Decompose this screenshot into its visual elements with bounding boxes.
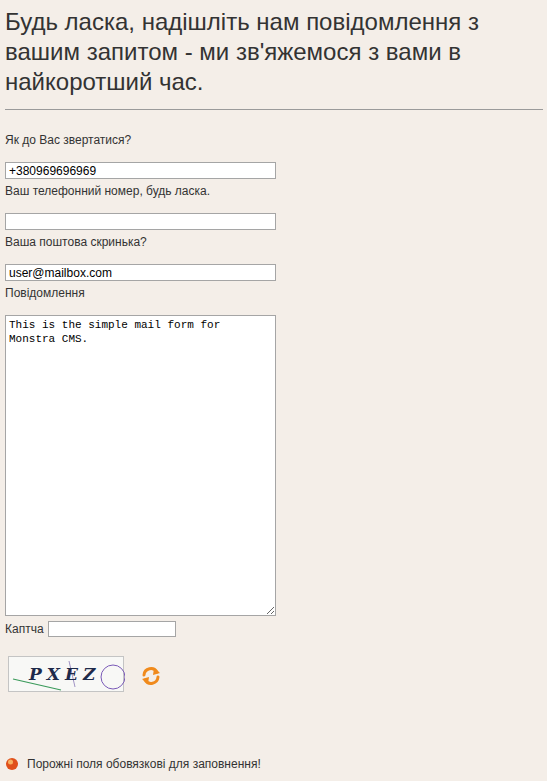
required-note: Порожні поля обовязкові для заповнення!: [5, 756, 543, 772]
field-label: Як до Вас звертатися?: [5, 132, 131, 148]
captcha-input[interactable]: [48, 621, 176, 637]
bullet-icon: [5, 757, 19, 771]
captcha-block: PXEZ: [5, 656, 543, 692]
form-field: Як до Вас звертатися?: [5, 132, 543, 183]
text-input[interactable]: [5, 264, 276, 281]
refresh-icon[interactable]: [140, 665, 162, 687]
form-field: Повідомлення: [5, 285, 543, 620]
mail-form: Як до Вас звертатися? Ваш телефонний номе…: [5, 132, 543, 692]
form-field: Ваша поштова скринька?: [5, 234, 543, 285]
field-label: Повідомлення: [5, 285, 85, 301]
text-input[interactable]: [5, 213, 276, 230]
form-heading: Будь ласка, надішліть нам повідомлення з…: [5, 7, 543, 97]
message-textarea[interactable]: [5, 315, 276, 616]
divider: [5, 109, 543, 110]
captcha-row: Каптча: [5, 620, 543, 638]
form-field: Ваш телефонний номер, будь ласка.: [5, 183, 543, 234]
captcha-label: Каптча: [5, 621, 44, 637]
field-label: Ваш телефонний номер, будь ласка.: [5, 183, 210, 199]
captcha-image: PXEZ: [8, 656, 124, 692]
note-text: Порожні поля обовязкові для заповнення!: [27, 756, 261, 772]
text-input[interactable]: [5, 162, 276, 179]
contact-page: Будь ласка, надішліть нам повідомлення з…: [0, 0, 547, 781]
field-label: Ваша поштова скринька?: [5, 234, 147, 250]
captcha-code: PXEZ: [29, 664, 100, 684]
